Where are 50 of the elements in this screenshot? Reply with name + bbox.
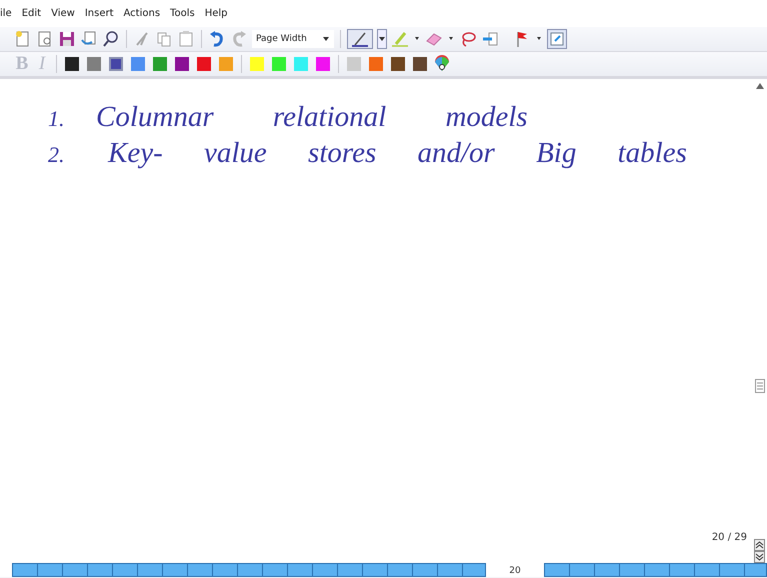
color-swatch[interactable] [153,57,167,71]
zoom-dropdown[interactable]: Page Width [252,30,334,48]
menu-item[interactable]: Tools [170,8,195,19]
pen-dropdown[interactable] [377,29,387,49]
color-swatch[interactable] [175,57,189,71]
menu-item[interactable]: View [51,8,75,19]
color-swatch[interactable] [109,57,123,71]
page-thumbnail-strip[interactable] [12,563,486,577]
page-scroll-icon[interactable] [754,539,765,563]
paste-icon[interactable] [177,30,195,48]
page-counter: 20 / 29 [712,532,747,543]
menu-item[interactable]: ile [0,8,12,19]
full-screen-button[interactable] [547,29,567,49]
current-page-number: 20 [508,565,522,576]
color-swatch[interactable] [219,57,233,71]
search-icon[interactable] [102,30,120,48]
save-icon[interactable] [58,30,76,48]
color-swatch[interactable] [316,57,330,71]
insert-space-icon[interactable] [481,30,499,48]
dropdown-arrow-icon [322,36,330,42]
color-picker-icon[interactable] [433,55,451,73]
page-thumbnail-strip[interactable] [544,563,767,577]
dropdown-arrow-icon[interactable] [447,36,455,42]
color-swatch[interactable] [294,57,308,71]
color-swatch[interactable] [197,57,211,71]
dropdown-arrow-icon [379,37,385,41]
handwritten-note: Key- value stores and/or Big tables [108,137,687,170]
dropdown-arrow-icon[interactable] [535,36,543,42]
color-swatch[interactable] [369,57,383,71]
color-swatch[interactable] [65,57,79,71]
copy-icon[interactable] [155,30,173,48]
scroll-up-icon[interactable] [756,83,764,89]
menu-item[interactable]: Help [204,8,228,19]
undo-icon[interactable] [208,30,226,48]
dropdown-arrow-icon[interactable] [413,36,421,42]
menu-item[interactable]: Edit [22,8,42,19]
color-swatch[interactable] [272,57,286,71]
color-swatch[interactable] [250,57,264,71]
handwritten-number: 1. [48,106,66,132]
list-icon[interactable] [755,379,765,393]
menu-item[interactable]: Actions [124,8,160,19]
color-swatch[interactable] [413,57,427,71]
pen-button[interactable] [347,29,373,49]
color-swatch[interactable] [131,57,145,71]
menu-item[interactable]: Insert [84,8,114,19]
handwritten-note: Columnar relational models [96,101,528,134]
color-swatch[interactable] [87,57,101,71]
color-swatch[interactable] [347,57,361,71]
handwritten-number: 2. [48,142,66,168]
color-swatch[interactable] [391,57,405,71]
